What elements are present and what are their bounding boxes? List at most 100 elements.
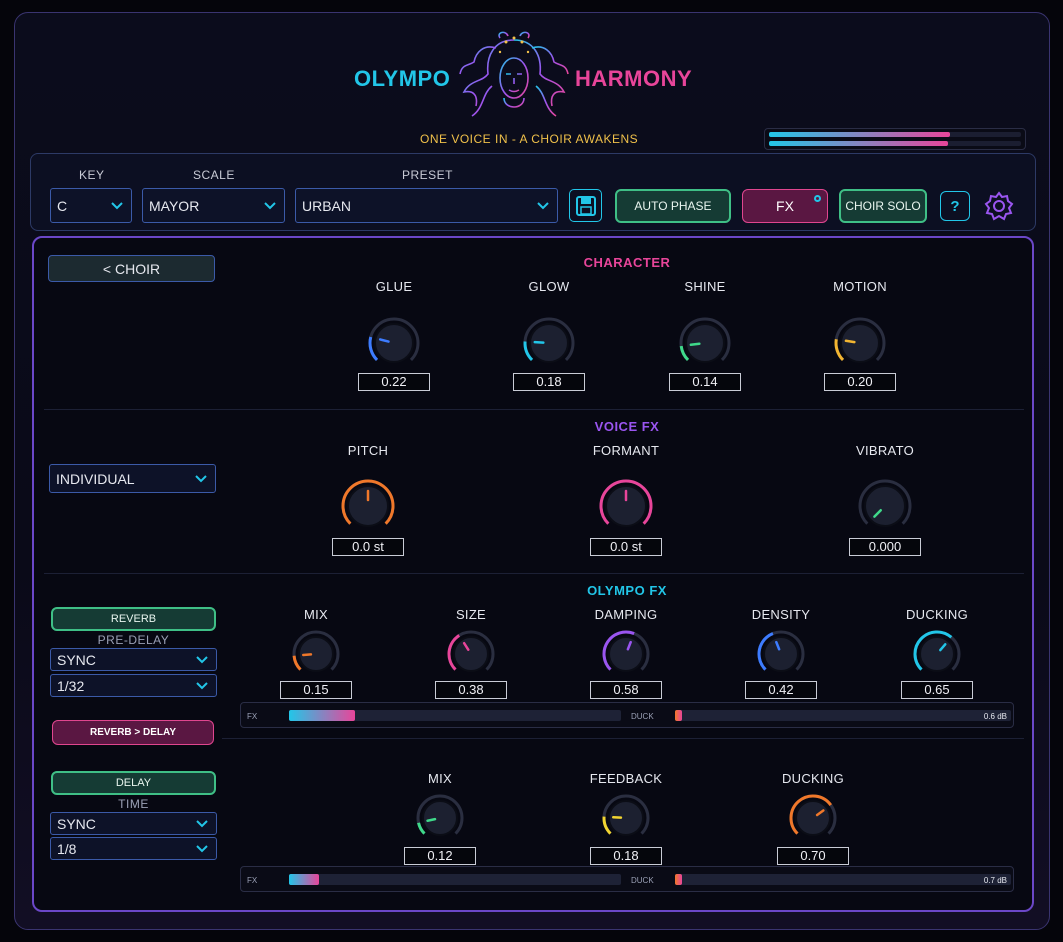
character-knob-value[interactable]: 0.22 — [358, 373, 430, 391]
olympo-fx-knob[interactable] — [290, 628, 342, 680]
voice-fx-knob-value[interactable]: 0.000 — [849, 538, 921, 556]
olympo-fx-knob-value[interactable]: 0.38 — [435, 681, 507, 699]
delay-fx-track — [289, 874, 621, 885]
section-divider — [44, 409, 1024, 410]
reverb-duck-marker — [675, 710, 682, 721]
preset-select[interactable]: URBAN — [295, 188, 558, 223]
voice-fx-knob[interactable] — [597, 477, 655, 535]
delay-duck-marker — [675, 874, 682, 885]
scale-select[interactable]: MAYOR — [142, 188, 285, 223]
tagline: ONE VOICE IN - A CHOIR AWAKENS — [420, 132, 639, 146]
predelay-mode-select[interactable]: SYNC — [50, 648, 217, 671]
character-knob-value[interactable]: 0.20 — [824, 373, 896, 391]
delay-time-mode-value: SYNC — [57, 815, 96, 832]
reverb-to-delay-button[interactable]: REVERB > DELAY — [52, 720, 214, 745]
save-icon — [575, 195, 596, 216]
olympo-fx-knob-value[interactable]: 0.42 — [745, 681, 817, 699]
output-meter — [764, 128, 1026, 150]
character-knob-label: GLOW — [528, 279, 570, 294]
predelay-mode-value: SYNC — [57, 651, 96, 668]
character-knob[interactable] — [366, 315, 422, 371]
key-select[interactable]: C — [50, 188, 132, 223]
olympo-fx-knob-value[interactable]: 0.15 — [280, 681, 352, 699]
delay-meter-fx-label: FX — [247, 876, 258, 885]
olympo-fx-knob[interactable] — [755, 628, 807, 680]
settings-button[interactable] — [983, 190, 1015, 222]
delay-fx-knob[interactable] — [414, 792, 466, 844]
chevron-down-icon — [264, 201, 276, 209]
voice-mode-value: INDIVIDUAL — [56, 470, 135, 487]
character-knob-value[interactable]: 0.18 — [513, 373, 585, 391]
preset-label: PRESET — [402, 168, 454, 182]
delay-fx-knob-label: DUCKING — [781, 771, 845, 786]
fx-button[interactable]: FX — [742, 189, 828, 223]
voice-mode-select[interactable]: INDIVIDUAL — [49, 464, 216, 493]
reverb-button[interactable]: REVERB — [51, 607, 216, 631]
olympo-fx-title: OLYMPO FX — [587, 583, 667, 598]
delay-time-mode-select[interactable]: SYNC — [50, 812, 217, 835]
title-right: HARMONY — [575, 66, 693, 91]
voice-fx-knob-value[interactable]: 0.0 st — [332, 538, 404, 556]
olympo-fx-knob[interactable] — [911, 628, 963, 680]
delay-fx-knob-value[interactable]: 0.18 — [590, 847, 662, 865]
voice-fx-knob-value[interactable]: 0.0 st — [590, 538, 662, 556]
choir-solo-button[interactable]: CHOIR SOLO — [839, 189, 927, 223]
knob-body — [374, 323, 414, 363]
voice-fx-title: VOICE FX — [594, 419, 660, 434]
back-to-choir-button[interactable]: < CHOIR — [48, 255, 215, 282]
section-divider — [44, 573, 1024, 574]
key-value: C — [57, 197, 68, 214]
delay-meter: FX DUCK 0.7 dB — [240, 866, 1014, 892]
fx-button-label: FX — [776, 198, 794, 214]
delay-fx-knob[interactable] — [787, 792, 839, 844]
character-knob-label: SHINE — [684, 279, 726, 294]
knob-pointer — [426, 817, 437, 823]
fx-indicator-dot — [814, 195, 821, 202]
help-button[interactable]: ? — [940, 191, 970, 221]
olympo-fx-knob[interactable] — [445, 628, 497, 680]
chevron-down-icon — [111, 201, 123, 209]
knob-body — [422, 800, 458, 836]
character-knob-label: MOTION — [833, 279, 887, 294]
voice-fx-knob-label: PITCH — [347, 443, 389, 458]
character-knob-value[interactable]: 0.14 — [669, 373, 741, 391]
chevron-down-icon — [537, 201, 549, 209]
delay-time-value-select[interactable]: 1/8 — [50, 837, 217, 860]
voice-fx-knob[interactable] — [339, 477, 397, 535]
delay-fx-knob-value[interactable]: 0.70 — [777, 847, 849, 865]
output-meter-right — [769, 141, 948, 146]
knob-pointer — [689, 342, 701, 347]
gear-icon — [984, 191, 1014, 221]
knob-body — [795, 800, 831, 836]
knob-pointer — [533, 340, 545, 344]
delay-button[interactable]: DELAY — [51, 771, 216, 795]
character-knob-label: GLUE — [375, 279, 413, 294]
save-button[interactable] — [569, 189, 602, 222]
chevron-down-icon — [195, 474, 207, 482]
delay-fx-knob-label: MIX — [427, 771, 452, 786]
knob-body — [608, 636, 644, 672]
predelay-value-select[interactable]: 1/32 — [50, 674, 217, 697]
olympo-fx-knob-label: DUCKING — [905, 607, 969, 622]
chevron-down-icon — [196, 844, 208, 852]
knob-body — [840, 323, 880, 363]
olympo-fx-knob-value[interactable]: 0.58 — [590, 681, 662, 699]
delay-duck-value: 0.7 dB — [983, 876, 1007, 885]
delay-fx-knob[interactable] — [600, 792, 652, 844]
voice-fx-knob-label: FORMANT — [592, 443, 660, 458]
olympo-fx-knob-label: DENSITY — [751, 607, 811, 622]
delay-meter-duck-label: DUCK — [631, 876, 654, 885]
delay-fx-knob-value[interactable]: 0.12 — [404, 847, 476, 865]
character-knob[interactable] — [521, 315, 577, 371]
olympo-fx-knob[interactable] — [600, 628, 652, 680]
reverb-duck-value: 0.6 dB — [983, 712, 1007, 721]
character-knob[interactable] — [832, 315, 888, 371]
reverb-duck-track — [675, 710, 1011, 721]
delay-duck-track — [675, 874, 1011, 885]
auto-phase-button[interactable]: AUTO PHASE — [615, 189, 731, 223]
voice-fx-knob[interactable] — [856, 477, 914, 535]
reverb-fx-fill — [289, 710, 356, 721]
predelay-label: PRE-DELAY — [97, 633, 170, 647]
olympo-fx-knob-value[interactable]: 0.65 — [901, 681, 973, 699]
character-knob[interactable] — [677, 315, 733, 371]
